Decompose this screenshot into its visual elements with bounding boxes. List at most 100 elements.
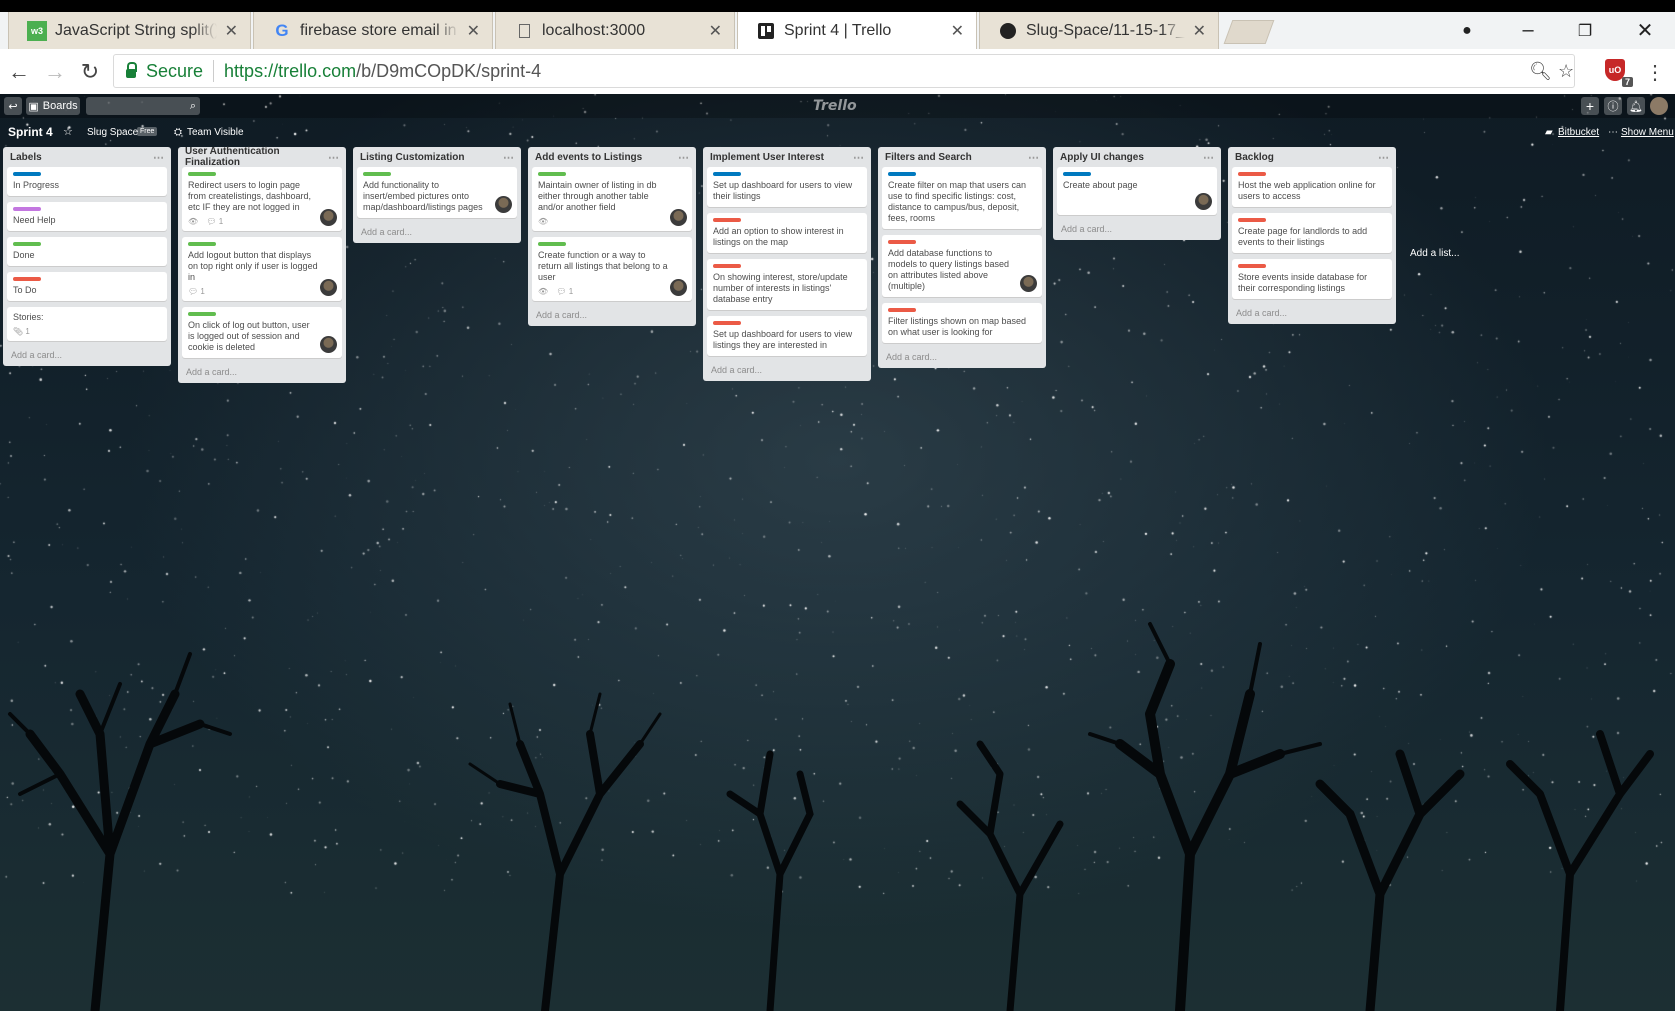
show-menu-link[interactable]: Show Menu [1621,127,1674,138]
ublock-extension-icon[interactable]: uO 7 [1605,59,1633,87]
board-search-input[interactable]: ⌕ [86,97,200,115]
boards-button[interactable]: ▣ Boards [26,97,80,115]
team-name[interactable]: Slug Space [87,127,138,138]
list-title[interactable]: Labels [10,152,42,163]
list-menu-icon[interactable]: ⋯ [328,151,339,164]
add-card-button[interactable]: Add a card... [1232,305,1392,318]
tab-close-icon[interactable]: ✕ [225,21,238,41]
card[interactable]: On click of log out button, user is logg… [182,307,342,358]
info-icon[interactable]: ⓘ [1604,97,1622,115]
browser-tab-w3schools[interactable]: w3 JavaScript String split() M ✕ [8,12,251,49]
list-title[interactable]: User Authentication Finalization [185,146,328,168]
card[interactable]: Create function or a way to return all l… [532,237,692,301]
minimize-icon[interactable]: – [1500,12,1556,49]
card[interactable]: Add database functions to models to quer… [882,235,1042,297]
card[interactable]: Add logout button that displays on top r… [182,237,342,301]
add-card-button[interactable]: Add a card... [532,307,692,320]
board-title[interactable]: Sprint 4 [8,125,53,139]
member-avatar[interactable] [1650,97,1668,115]
list-header[interactable]: Listing Customization ⋯ [357,147,517,167]
list-header[interactable]: Labels ⋯ [7,147,167,167]
chrome-menu-icon[interactable]: ⋮ [1640,57,1670,87]
member-avatar[interactable] [1020,275,1037,292]
card[interactable]: Set up dashboard for users to view their… [707,167,867,207]
address-bar[interactable]: Secure https://trello.com/b/D9mCOpDK/spr… [113,54,1575,88]
close-window-icon[interactable]: ✕ [1617,12,1673,49]
trello-logo[interactable]: Trello [813,98,857,114]
list-title[interactable]: Apply UI changes [1060,152,1144,163]
list-menu-icon[interactable]: ⋯ [1378,151,1389,164]
list-header[interactable]: Filters and Search ⋯ [882,147,1042,167]
list-header[interactable]: Backlog ⋯ [1232,147,1392,167]
list-header[interactable]: User Authentication Finalization ⋯ [182,146,342,168]
bookmark-star-icon[interactable]: ☆ [1558,61,1574,82]
browser-tab-trello[interactable]: Sprint 4 | Trello ✕ [737,12,977,49]
card[interactable]: Set up dashboard for users to view listi… [707,316,867,356]
card[interactable]: Create about page [1057,167,1217,215]
list-title[interactable]: Backlog [1235,152,1274,163]
add-list-button[interactable]: Add a list... [1410,248,1459,259]
list-title[interactable]: Filters and Search [885,152,972,163]
member-avatar[interactable] [670,279,687,296]
tab-close-icon[interactable]: ✕ [709,21,722,41]
forward-icon[interactable]: → [40,57,70,87]
member-avatar[interactable] [320,336,337,353]
card[interactable]: Add functionality to insert/embed pictur… [357,167,517,218]
zoom-icon[interactable]: 🔍︎ [1529,61,1552,82]
new-tab-button[interactable] [1223,20,1275,44]
card[interactable]: Store events inside database for their c… [1232,259,1392,299]
card[interactable]: Create filter on map that users can use … [882,167,1042,229]
list-header[interactable]: Implement User Interest ⋯ [707,147,867,167]
list-menu-icon[interactable]: ⋯ [503,151,514,164]
card[interactable]: Stories: 📎︎ 1 [7,307,167,341]
add-card-button[interactable]: Add a card... [707,362,867,375]
member-avatar[interactable] [495,196,512,213]
reload-icon[interactable]: ↻ [75,57,105,87]
add-card-button[interactable]: Add a card... [882,349,1042,362]
card[interactable]: Filter listings shown on map based on wh… [882,303,1042,343]
member-avatar[interactable] [670,209,687,226]
add-card-button[interactable]: Add a card... [182,364,342,377]
card[interactable]: Add an option to show interest in listin… [707,213,867,253]
member-avatar[interactable] [320,209,337,226]
bitbucket-link[interactable]: Bitbucket [1558,127,1599,138]
notifications-bell-icon[interactable]: 🔔︎ [1627,97,1645,115]
star-icon[interactable]: ☆ [63,125,73,138]
member-avatar[interactable] [320,279,337,296]
list-menu-icon[interactable]: ⋯ [678,151,689,164]
list-header[interactable]: Apply UI changes ⋯ [1057,147,1217,167]
back-to-home-button[interactable]: ↩ [4,97,22,115]
card[interactable]: To Do [7,272,167,301]
card[interactable]: Need Help [7,202,167,231]
profile-icon[interactable]: ● [1439,12,1495,49]
visibility-label[interactable]: Team Visible [187,127,244,138]
card[interactable]: Done [7,237,167,266]
back-icon[interactable]: ← [4,57,34,87]
tab-close-icon[interactable]: ✕ [1193,21,1206,41]
tab-close-icon[interactable]: ✕ [467,21,480,41]
add-icon[interactable]: + [1581,97,1599,115]
browser-tab-google[interactable]: G firebase store email in da ✕ [253,12,493,49]
list-menu-icon[interactable]: ⋯ [153,151,164,164]
tab-close-icon[interactable]: ✕ [951,21,964,41]
list-title[interactable]: Listing Customization [360,152,464,163]
add-card-button[interactable]: Add a card... [1057,221,1217,234]
member-avatar[interactable] [1195,193,1212,210]
card[interactable]: Create page for landlords to add events … [1232,213,1392,253]
list-menu-icon[interactable]: ⋯ [1028,151,1039,164]
card[interactable]: On showing interest, store/update number… [707,259,867,310]
browser-tab-localhost[interactable]: localhost:3000 ✕ [495,12,735,49]
card[interactable]: Maintain owner of listing in db either t… [532,167,692,231]
card[interactable]: Redirect users to login page from create… [182,167,342,231]
list-menu-icon[interactable]: ⋯ [1203,151,1214,164]
list-title[interactable]: Implement User Interest [710,152,824,163]
card[interactable]: Host the web application online for user… [1232,167,1392,207]
list-title[interactable]: Add events to Listings [535,152,642,163]
maximize-icon[interactable]: ❐ [1557,12,1613,49]
add-card-button[interactable]: Add a card... [7,347,167,360]
card[interactable]: In Progress [7,167,167,196]
add-card-button[interactable]: Add a card... [357,224,517,237]
list-header[interactable]: Add events to Listings ⋯ [532,147,692,167]
list-menu-icon[interactable]: ⋯ [853,151,864,164]
browser-tab-github[interactable]: Slug-Space/11-15-17_Sc ✕ [979,12,1219,49]
